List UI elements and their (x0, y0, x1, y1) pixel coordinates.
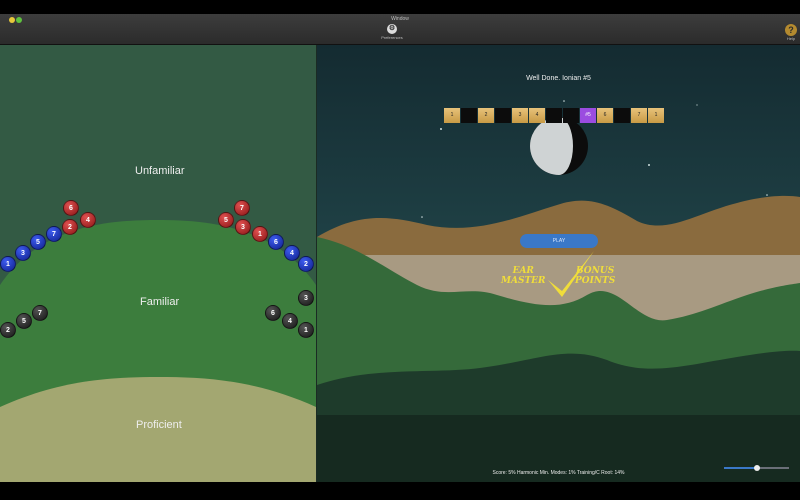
interval-ball-black[interactable]: 3 (298, 290, 314, 306)
window-titlebar: Window ⚙ Preferences ? Help (0, 14, 800, 45)
interval-ball-red[interactable]: 6 (63, 200, 79, 216)
scale-key[interactable]: 6 (597, 108, 613, 123)
menu-bar-strip (0, 0, 800, 14)
scale-key[interactable]: 2 (478, 108, 494, 123)
bottom-strip (0, 482, 800, 500)
volume-slider[interactable] (724, 465, 789, 471)
interval-ball-blue[interactable]: 5 (30, 234, 46, 250)
zone-label-familiar: Familiar (140, 296, 180, 308)
scale-key[interactable] (495, 108, 511, 123)
preferences-icon: ⚙ (387, 24, 397, 34)
zone-label-proficient: Proficient (136, 419, 182, 431)
interval-ball-black[interactable]: 7 (32, 305, 48, 321)
interval-ball-black[interactable]: 2 (0, 322, 16, 338)
interval-ball-black[interactable]: 5 (16, 313, 32, 329)
zone-label-unfamiliar: Unfamiliar (135, 165, 185, 177)
scale-keyboard: 1 2 3 4 #5 6 7 1 (444, 108, 665, 123)
bonus-points-badge: BONUS POINTS (575, 266, 615, 286)
interval-ball-black[interactable]: 4 (282, 313, 298, 329)
play-button[interactable]: PLAY (520, 234, 598, 248)
interval-ball-red[interactable]: 7 (234, 200, 250, 216)
scale-key[interactable]: 4 (529, 108, 545, 123)
interval-ball-blue[interactable]: 4 (284, 245, 300, 261)
interval-ball-blue[interactable]: 7 (46, 226, 62, 242)
badge-line: BONUS (576, 266, 615, 276)
interval-ball-black[interactable]: 6 (265, 305, 281, 321)
badge-line: EAR (512, 266, 534, 276)
interval-ball-blue[interactable]: 2 (298, 256, 314, 272)
hill-backdrop (0, 45, 316, 482)
scale-key[interactable] (614, 108, 630, 123)
scale-key-selected[interactable]: #5 (580, 108, 596, 123)
badge-line: MASTER (501, 276, 546, 286)
window-title: Window (391, 16, 409, 22)
scale-key[interactable]: 7 (631, 108, 647, 123)
help-icon: ? (785, 24, 797, 36)
game-panel: Well Done. Ionian #5 1 2 3 4 #5 6 7 1 PL… (317, 45, 800, 482)
interval-ball-blue[interactable]: 3 (15, 245, 31, 261)
volume-thumb[interactable] (753, 465, 760, 471)
interval-ball-red[interactable]: 3 (235, 219, 251, 235)
progress-panel: Unfamiliar Familiar Proficient 6 2 4 1 3… (0, 45, 316, 482)
interval-ball-blue[interactable]: 1 (0, 256, 16, 272)
ear-master-badge: EAR MASTER (501, 266, 545, 286)
scale-key[interactable]: 3 (512, 108, 528, 123)
result-message: Well Done. Ionian #5 (526, 75, 591, 82)
scale-key[interactable]: 1 (648, 108, 664, 123)
preferences-label: Preferences (381, 35, 403, 40)
volume-fill (724, 467, 757, 469)
interval-ball-red[interactable]: 5 (218, 212, 234, 228)
interval-ball-blue[interactable]: 6 (268, 234, 284, 250)
preferences-button[interactable]: ⚙ Preferences (378, 24, 406, 40)
scale-key[interactable] (546, 108, 562, 123)
moon (530, 117, 588, 175)
badge-line: POINTS (575, 276, 616, 286)
scale-key[interactable] (563, 108, 579, 123)
scale-key[interactable]: 1 (444, 108, 460, 123)
interval-ball-red[interactable]: 4 (80, 212, 96, 228)
interval-ball-red[interactable]: 2 (62, 219, 78, 235)
scale-key[interactable] (461, 108, 477, 123)
interval-ball-red[interactable]: 1 (252, 226, 268, 242)
help-button[interactable]: ? Help (782, 24, 800, 41)
interval-ball-black[interactable]: 1 (298, 322, 314, 338)
help-label: Help (786, 36, 796, 41)
